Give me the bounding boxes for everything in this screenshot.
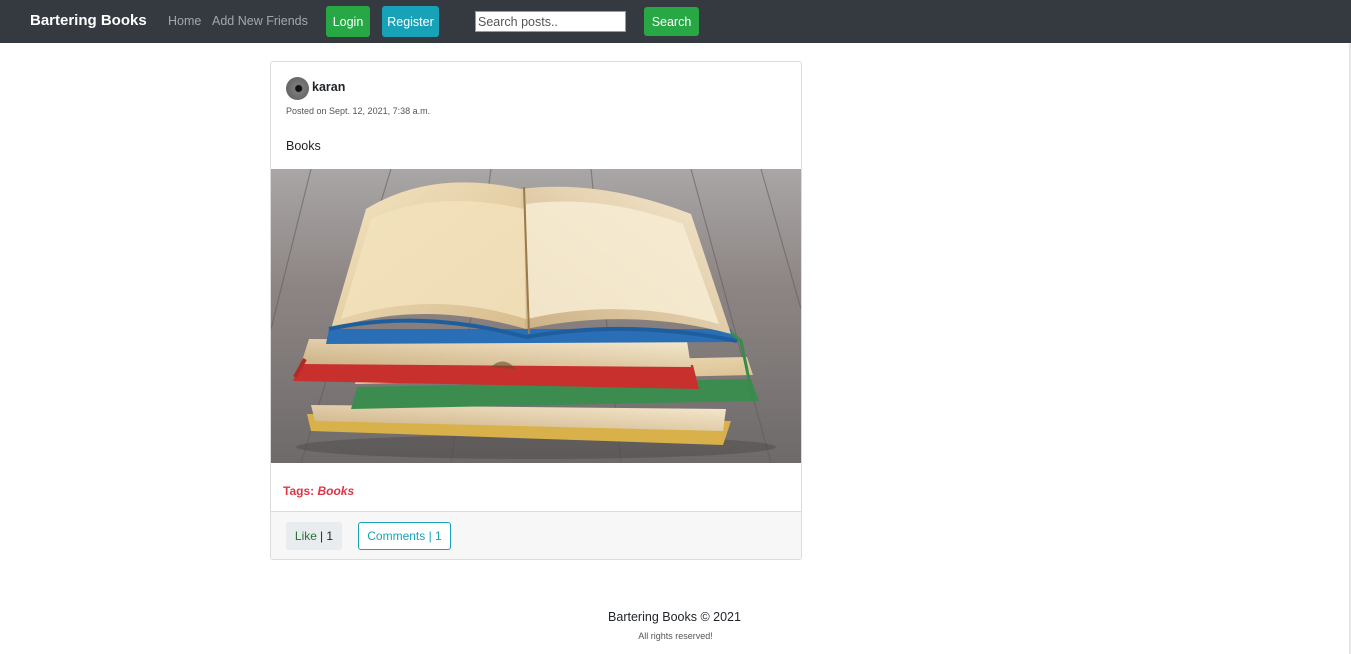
footer-subtitle: All rights reserved!	[638, 631, 713, 641]
tag-link[interactable]: Books	[317, 484, 354, 498]
avatar[interactable]	[286, 77, 309, 100]
nav-add-friends-link[interactable]: Add New Friends	[212, 14, 308, 28]
post-card-footer: Like | 1 Comments | 1	[271, 511, 801, 559]
search-button[interactable]: Search	[644, 7, 699, 36]
post-image-books	[271, 169, 801, 463]
comments-button[interactable]: Comments | 1	[358, 522, 451, 550]
footer-title: Bartering Books © 2021	[0, 610, 1351, 624]
tags-label: Tags:	[283, 484, 315, 498]
register-button[interactable]: Register	[382, 6, 439, 37]
post-tags: Tags: Books	[283, 484, 354, 498]
like-label: Like	[294, 529, 317, 543]
nav-home-link[interactable]: Home	[168, 14, 201, 28]
post-timestamp: Posted on Sept. 12, 2021, 7:38 a.m.	[286, 106, 431, 116]
login-button[interactable]: Login	[326, 6, 370, 37]
like-count: | 1	[319, 529, 334, 543]
post-author[interactable]: karan	[312, 80, 345, 94]
navbar: Bartering Books Home Add New Friends Log…	[0, 0, 1351, 43]
post-card: karan Posted on Sept. 12, 2021, 7:38 a.m…	[270, 61, 802, 560]
post-content: Books	[286, 139, 321, 153]
brand-title[interactable]: Bartering Books	[30, 12, 147, 29]
like-button[interactable]: Like | 1	[286, 522, 342, 550]
search-input[interactable]	[475, 11, 626, 32]
footer-title-text: Bartering Books © 2021	[608, 610, 741, 624]
